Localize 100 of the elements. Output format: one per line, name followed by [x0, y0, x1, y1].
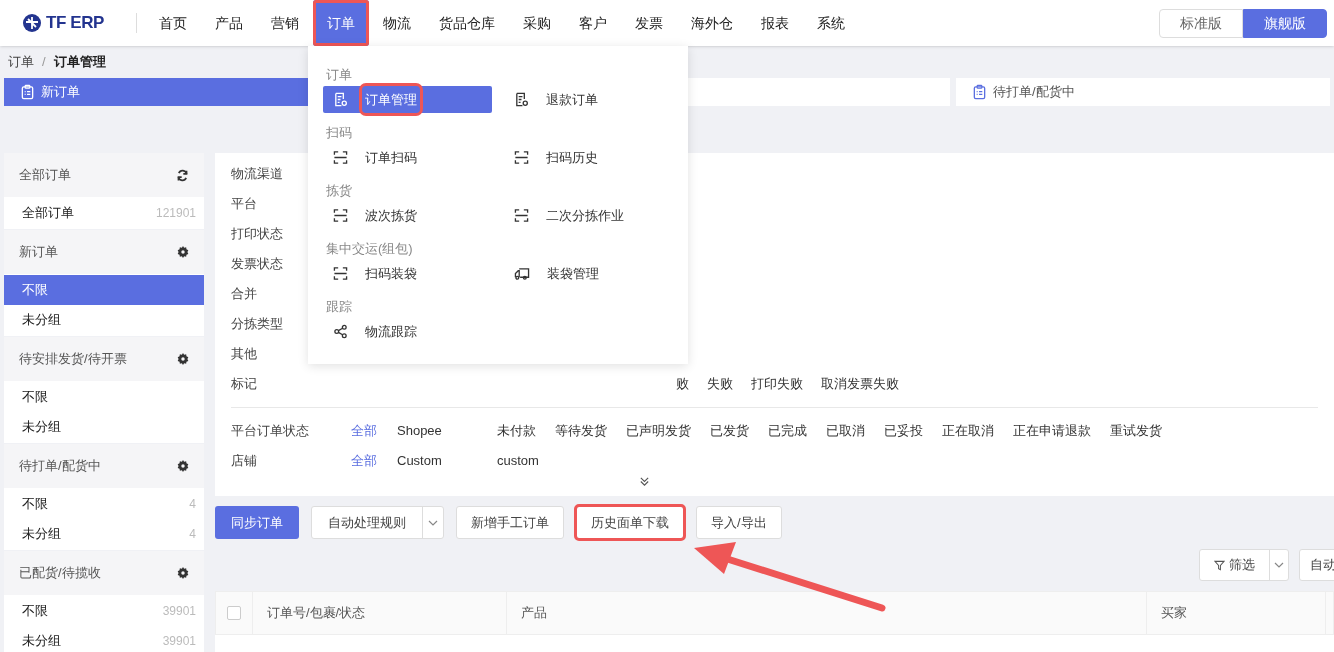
settings-icon[interactable] [177, 460, 189, 472]
menu-section-title: 扫码 [325, 124, 353, 143]
filter-group-label: Custom [397, 452, 443, 471]
group-title: 已配货/待揽收 [19, 564, 101, 583]
menu-item[interactable]: 波次拣货 [323, 202, 492, 229]
menu-section-title: 集中交运(组包) [325, 240, 414, 259]
menu-item-label: 退款订单 [545, 90, 599, 109]
refresh-icon[interactable] [176, 168, 189, 182]
nav-tab[interactable]: 营销 [257, 0, 313, 46]
filter-option[interactable]: 取消发票失败 [821, 374, 899, 394]
menu-item-label: 订单扫码 [364, 148, 418, 167]
edition-toggle[interactable]: 标准版 [1159, 8, 1243, 38]
menu-item[interactable]: 退款订单 [504, 86, 673, 113]
sidebar-item[interactable]: 未分组 4 [4, 519, 204, 549]
filter-option[interactable]: 已妥投 [884, 421, 923, 441]
settings-icon[interactable] [177, 353, 189, 365]
menu-item-label: 二次分拣作业 [545, 206, 625, 225]
scan-icon [333, 208, 348, 223]
filter-label: 分拣类型 [231, 316, 283, 332]
action-button[interactable]: 历史面单下载 [576, 506, 684, 539]
sidebar-item[interactable]: 不限 [4, 382, 204, 412]
nav-tab[interactable]: 发票 [621, 0, 677, 46]
filter-option[interactable]: 未付款 [497, 421, 536, 441]
filter-option[interactable]: 等待发货 [555, 421, 607, 441]
logo-icon [22, 13, 42, 33]
nav-tab[interactable]: 客户 [565, 0, 621, 46]
breadcrumb-item: 订单管理 [53, 53, 106, 72]
menu-item-label: 扫码装袋 [364, 264, 418, 283]
group-title: 待安排发货/待开票 [19, 350, 127, 369]
menu-item-label: 波次拣货 [364, 206, 418, 225]
settings-icon[interactable] [177, 246, 189, 258]
action-button[interactable]: 新增手工订单 [456, 506, 564, 539]
menu-item[interactable]: 订单管理 [323, 86, 492, 113]
filter-option[interactable]: 正在申请退款 [1013, 421, 1091, 441]
edition-toggle[interactable]: 旗舰版 [1243, 8, 1327, 38]
nav-tab[interactable]: 报表 [747, 0, 803, 46]
column-header: 产品 [506, 592, 1146, 634]
expand-icon[interactable] [639, 476, 650, 487]
filter-option[interactable]: 失败 [707, 374, 733, 394]
nav-tab[interactable]: 海外仓 [677, 0, 747, 46]
step-tab[interactable]: 新订单 [4, 78, 308, 106]
sidebar-item[interactable]: 不限 [4, 275, 204, 305]
group-title: 全部订单 [19, 166, 71, 185]
step-tab[interactable]: 待打单/配货中 [956, 78, 1330, 106]
filter-label: 合并 [231, 286, 257, 302]
action-button[interactable]: 导入/导出 [696, 506, 782, 539]
filter-option[interactable]: 败 [676, 374, 689, 394]
breadcrumb-separator: / [42, 53, 46, 72]
filter-label: 店铺 [231, 452, 258, 471]
filter-option[interactable]: 重试发货 [1110, 421, 1162, 441]
filter-option[interactable]: custom [497, 451, 539, 471]
breadcrumb-item[interactable]: 订单 [8, 52, 34, 72]
nav-tab[interactable]: 产品 [201, 0, 257, 46]
filter-group-label: Shopee [397, 422, 443, 441]
sidebar-item[interactable]: 不限 4 [4, 489, 204, 519]
nav-tab[interactable]: 系统 [803, 0, 859, 46]
menu-item[interactable]: 二次分拣作业 [504, 202, 673, 229]
menu-item[interactable]: 订单扫码 [323, 144, 492, 171]
filter-label: 平台订单状态 [231, 422, 310, 441]
nav-tab[interactable]: 首页 [145, 0, 201, 46]
filter-option[interactable]: 已声明发货 [626, 421, 691, 441]
menu-item[interactable]: 扫码装袋 [323, 260, 492, 287]
filter-option[interactable]: 已发货 [710, 421, 749, 441]
menu-item[interactable]: 装袋管理 [504, 260, 673, 287]
menu-item[interactable]: 扫码历史 [504, 144, 673, 171]
sidebar-item[interactable]: 未分组 [4, 305, 204, 335]
document-icon [333, 92, 348, 107]
menu-section-title: 跟踪 [325, 298, 353, 317]
filter-option[interactable]: 已完成 [768, 421, 807, 441]
logo-text: TF ERP [46, 12, 104, 35]
sidebar-item[interactable]: 全部订单 121901 [4, 198, 204, 228]
sidebar-item[interactable]: 未分组 39901 [4, 626, 204, 652]
filter-option[interactable]: 全部 [351, 451, 397, 471]
sidebar-item[interactable]: 未分组 [4, 412, 204, 442]
nav-tab[interactable]: 货品仓库 [425, 0, 509, 46]
filter-button[interactable]: 筛选 [1199, 549, 1289, 581]
action-button[interactable]: 同步订单 [215, 506, 299, 539]
menu-item-label: 扫码历史 [545, 148, 599, 167]
filter-label: 其他 [231, 346, 257, 362]
filter-label: 物流渠道 [231, 166, 283, 182]
nav-tab[interactable]: 物流 [369, 0, 425, 46]
menu-section-title: 拣货 [325, 182, 353, 201]
split-button[interactable]: 自动处理规则 [311, 506, 444, 539]
menu-item-label: 订单管理 [362, 85, 420, 114]
nav-tab[interactable]: 采购 [509, 0, 565, 46]
settings-icon[interactable] [177, 567, 189, 579]
clipboard-icon [20, 84, 35, 100]
sidebar-item[interactable]: 不限 39901 [4, 596, 204, 626]
filter-label: 标记 [231, 376, 257, 392]
filter-option[interactable]: 已取消 [826, 421, 865, 441]
filter-option[interactable]: 打印失败 [751, 374, 803, 394]
filter-label: 打印状态 [231, 226, 283, 242]
checkbox[interactable] [227, 606, 241, 620]
menu-item[interactable]: 物流跟踪 [323, 318, 492, 345]
nav-tab[interactable]: 订单 [313, 0, 369, 46]
scan-icon [514, 150, 529, 165]
filter-option[interactable]: 正在取消 [942, 421, 994, 441]
column-header: 买家 [1146, 592, 1326, 634]
column-header: 订单号/包裹/状态 [252, 592, 506, 634]
filter-option[interactable]: 全部 [351, 421, 397, 441]
